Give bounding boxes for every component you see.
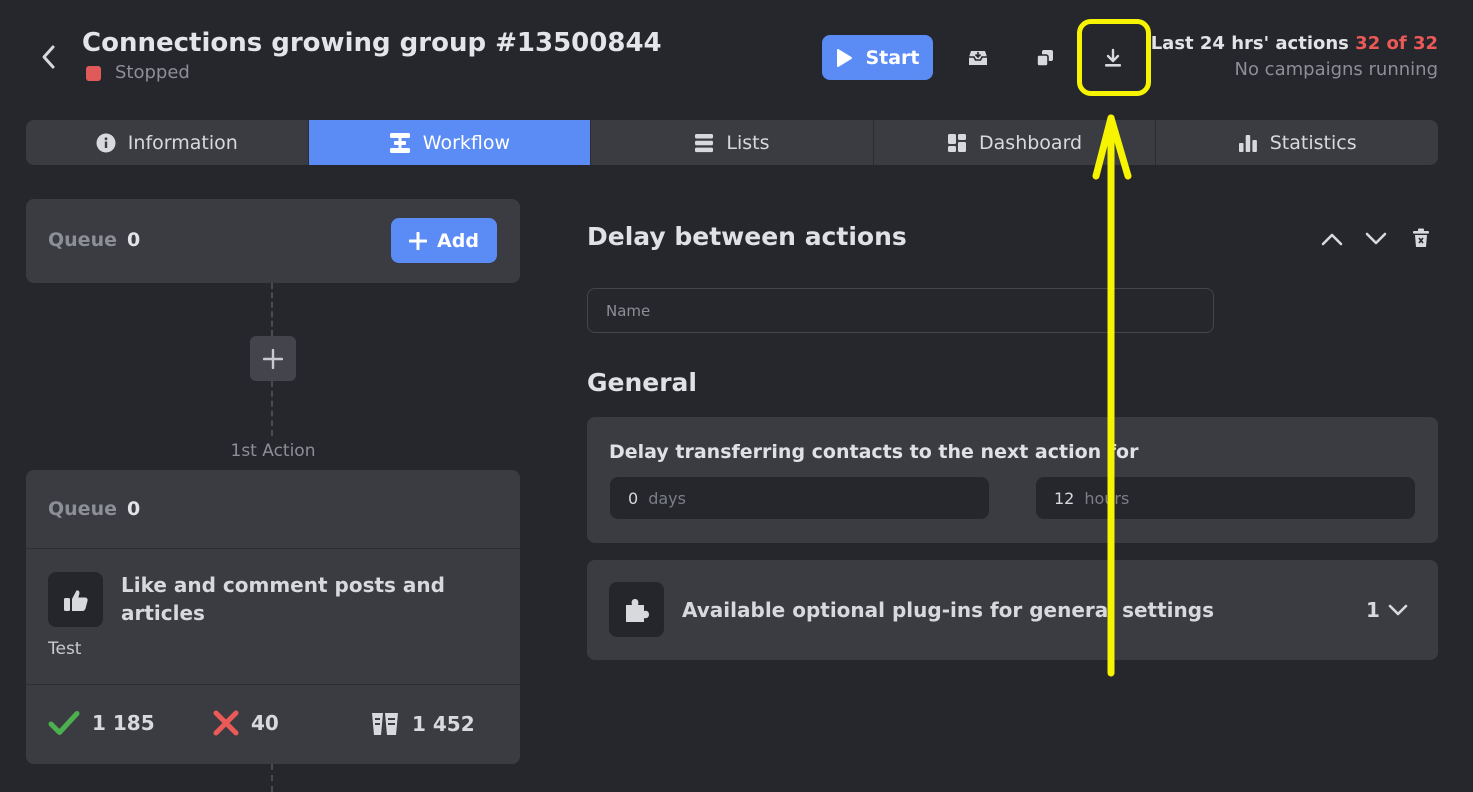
status-indicator <box>86 66 101 81</box>
queue-info: Queue 0 <box>48 229 140 251</box>
add-button[interactable]: Add <box>391 218 497 263</box>
action-title: Like and comment posts and articles <box>121 573 445 625</box>
status-text: Stopped <box>115 62 190 83</box>
thumbs-up-icon <box>63 589 88 611</box>
tab-label: Dashboard <box>979 131 1083 154</box>
plugins-card[interactable]: Available optional plug-ins for general … <box>587 560 1438 660</box>
total-count: 1 452 <box>412 712 475 736</box>
workflow-connector <box>271 283 273 336</box>
campaigns-status: No campaigns running <box>1234 59 1438 80</box>
workflow-connector <box>271 381 273 436</box>
actions-limit: Last 24 hrs' actions 32 of 32 <box>1151 33 1438 54</box>
add-label: Add <box>437 229 479 252</box>
chevron-up-icon <box>1321 233 1343 246</box>
back-chevron-icon <box>42 45 55 69</box>
action-card[interactable]: Queue 0 Like and comment posts and artic… <box>26 470 520 764</box>
actions-limit-value: 32 of 32 <box>1355 33 1438 54</box>
action-queue-info: Queue 0 <box>48 498 140 520</box>
move-down-button[interactable] <box>1360 223 1392 255</box>
copy-button[interactable] <box>1023 36 1067 80</box>
annotation-arrow <box>1092 114 1132 677</box>
insert-action-button[interactable] <box>250 336 296 381</box>
chevron-down-icon <box>1365 232 1387 245</box>
start-button[interactable]: Start <box>822 35 933 80</box>
tab-label: Information <box>127 131 238 154</box>
plugin-icon-box <box>609 582 664 637</box>
action-type-icon <box>48 572 103 627</box>
tab-label: Lists <box>726 131 770 154</box>
tab-statistics[interactable]: Statistics <box>1156 120 1438 165</box>
page-title: Connections growing group #13500844 <box>82 28 662 58</box>
move-up-button[interactable] <box>1316 223 1348 255</box>
total-stat: 1 452 <box>370 710 475 738</box>
queue-label: Queue <box>48 229 117 251</box>
divider <box>26 684 520 685</box>
success-count: 1 185 <box>92 711 155 735</box>
archive-button[interactable] <box>956 36 1000 80</box>
delete-button[interactable] <box>1405 222 1437 254</box>
plus-icon <box>409 231 428 250</box>
bar-chart-icon <box>1238 134 1257 152</box>
info-icon <box>96 133 116 152</box>
failed-count: 40 <box>251 711 279 735</box>
action-subtitle: Test <box>48 639 82 659</box>
queue-count: 0 <box>126 498 141 520</box>
days-input[interactable]: 0 days <box>610 477 989 519</box>
workflow-icon <box>389 132 410 153</box>
workflow-connector <box>271 764 273 792</box>
tab-label: Statistics <box>1269 131 1357 154</box>
puzzle-icon <box>625 598 649 622</box>
delay-card: Delay transferring contacts to the next … <box>587 417 1438 543</box>
start-label: Start <box>865 46 920 69</box>
checkmark-icon <box>48 711 80 735</box>
play-icon <box>837 48 853 67</box>
tab-lists[interactable]: Lists <box>591 120 874 165</box>
tab-workflow[interactable]: Workflow <box>308 120 592 165</box>
plugins-count: 1 <box>1366 598 1380 622</box>
plus-icon <box>263 348 283 369</box>
tab-bar: Information Workflow Lists Dashboard Sta… <box>26 120 1438 165</box>
plugins-toggle[interactable]: 1 <box>1366 598 1408 622</box>
dashboard-icon <box>948 133 967 152</box>
copy-icon <box>1036 50 1053 67</box>
actions-limit-label: Last 24 hrs' actions <box>1150 33 1349 54</box>
queue-card: Queue 0 Add <box>26 199 520 283</box>
divider <box>26 548 520 549</box>
queue-label: Queue <box>48 498 117 520</box>
tab-label: Workflow <box>422 131 511 154</box>
delay-label: Delay transferring contacts to the next … <box>609 441 1139 463</box>
action-order-label: 1st Action <box>230 441 316 461</box>
hours-value: 12 <box>1054 488 1075 508</box>
trash-icon <box>1413 228 1429 247</box>
list-icon <box>695 133 714 152</box>
chevron-down-icon <box>1388 604 1408 616</box>
success-stat: 1 185 <box>48 710 155 736</box>
queue-count: 0 <box>126 229 141 251</box>
tab-information[interactable]: Information <box>26 120 309 165</box>
cross-icon <box>213 710 239 736</box>
highlight-box <box>1077 19 1151 96</box>
general-title: General <box>587 368 697 397</box>
days-value: 0 <box>628 488 639 508</box>
back-button[interactable] <box>36 42 62 72</box>
failed-stat: 40 <box>213 710 279 736</box>
funnel-stack-icon <box>372 713 398 735</box>
settings-title: Delay between actions <box>587 222 907 251</box>
days-unit: days <box>648 488 686 508</box>
archive-icon <box>969 51 987 65</box>
